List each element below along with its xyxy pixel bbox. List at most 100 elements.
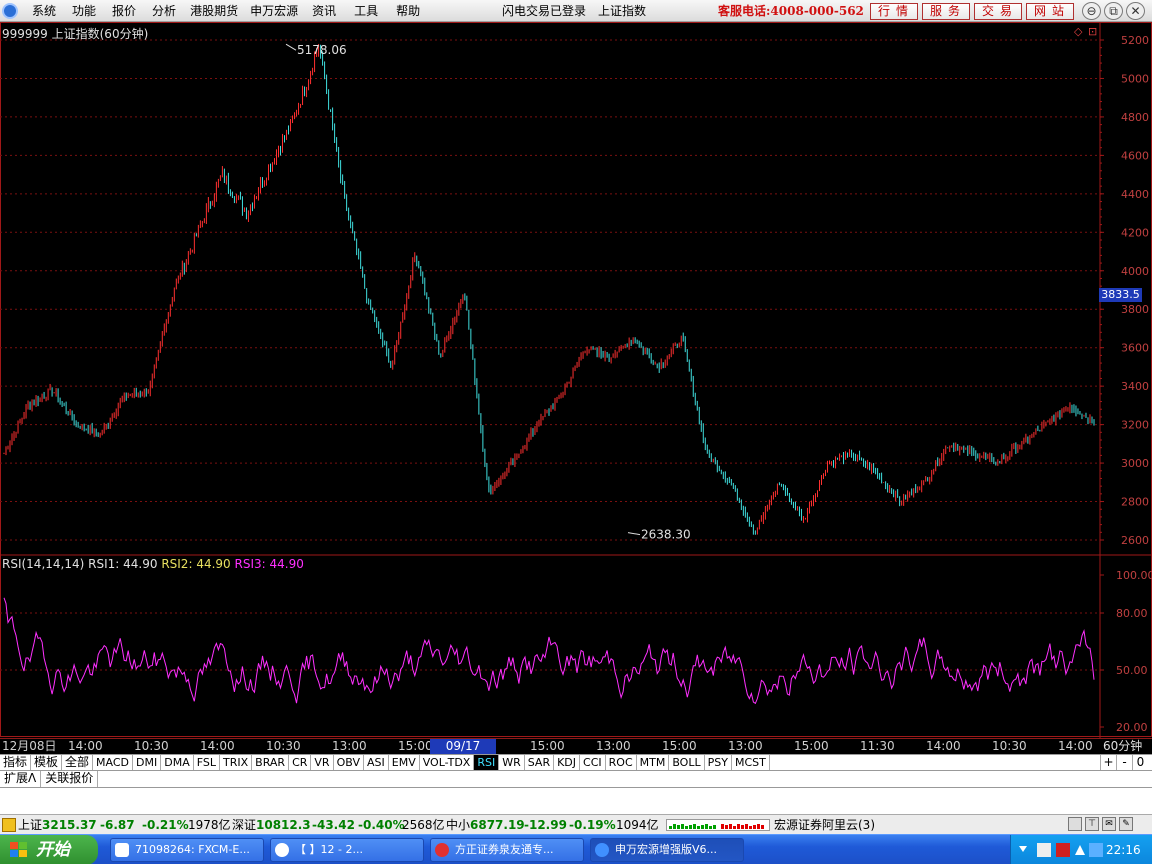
ime-icon[interactable] <box>1056 843 1070 857</box>
menu-tools[interactable]: 工具 <box>344 0 388 22</box>
task-label: 【 】12 - 2... <box>295 843 363 856</box>
time-label: 14:00 <box>200 739 235 753</box>
tab-kdj[interactable]: KDJ <box>554 755 581 770</box>
price-tick-label: 4200 <box>1121 226 1149 239</box>
menu-system[interactable]: 系统 <box>24 0 64 22</box>
tab-indicator[interactable]: 指标 <box>0 755 32 770</box>
rsi2-label: RSI2: <box>161 557 193 571</box>
task-founder[interactable]: 方正证券泉友通专... <box>430 838 584 862</box>
tab-mcst[interactable]: MCST <box>732 755 770 770</box>
rsi-tick-label: 50.00 <box>1116 664 1148 677</box>
start-button[interactable]: 开始 <box>0 835 98 864</box>
tab-mtm[interactable]: MTM <box>637 755 670 770</box>
menu-analysis[interactable]: 分析 <box>144 0 184 22</box>
rsi-params: RSI(14,14,14) <box>2 557 85 571</box>
rsi3-label: RSI3: <box>234 557 266 571</box>
zx-change: -12.99 <box>524 818 567 832</box>
swhy-icon <box>595 843 609 857</box>
close-icon[interactable]: ✕ <box>1126 2 1145 20</box>
rsi-line <box>3 597 1095 705</box>
price-tick-label: 4000 <box>1121 265 1149 278</box>
sz-change: -43.42 <box>312 818 355 832</box>
tab-dma[interactable]: DMA <box>161 755 194 770</box>
task-label: 申万宏源增强版V6... <box>615 843 718 856</box>
low-label: 2638.30 <box>641 528 691 542</box>
menu-info[interactable]: 资讯 <box>304 0 344 22</box>
menu-help[interactable]: 帮助 <box>388 0 428 22</box>
zoom-out-button[interactable]: - <box>1116 755 1132 770</box>
chart-border <box>0 22 1152 737</box>
window-icon[interactable] <box>1068 817 1082 831</box>
rsi2-value: 44.90 <box>196 557 231 571</box>
tab-fsl[interactable]: FSL <box>194 755 220 770</box>
price-tick-label: 3600 <box>1121 342 1149 355</box>
menu-quote[interactable]: 报价 <box>104 0 144 22</box>
task-browser[interactable]: 【 】12 - 2... <box>270 838 424 862</box>
tools-icon[interactable]: ✎ <box>1119 817 1133 831</box>
blank-panel <box>0 788 1152 814</box>
kline-chart[interactable]: ◇ ⊡ 5200 5000 4800 4600 4400 4200 4000 3800 3600 34… <box>0 22 1152 738</box>
menu-function[interactable]: 功能 <box>64 0 104 22</box>
tab-cr[interactable]: CR <box>289 755 312 770</box>
tab-brar[interactable]: BRAR <box>252 755 290 770</box>
reset-button[interactable]: 0 <box>1132 755 1148 770</box>
index-icon[interactable] <box>2 818 16 832</box>
message-icon[interactable]: ✉ <box>1102 817 1116 831</box>
price-tick-label: 4800 <box>1121 111 1149 124</box>
tab-asi[interactable]: ASI <box>364 755 389 770</box>
tab-obv[interactable]: OBV <box>334 755 364 770</box>
sh-value: 3215.37 <box>42 818 97 832</box>
tab-trix[interactable]: TRIX <box>220 755 253 770</box>
tab-sar[interactable]: SAR <box>525 755 555 770</box>
quote-button[interactable]: 行情 <box>870 3 918 20</box>
trade-button[interactable]: 交易 <box>974 3 1022 20</box>
tab-psy[interactable]: PSY <box>705 755 732 770</box>
menu-swhy[interactable]: 申万宏源 <box>244 0 304 22</box>
volume-icon[interactable] <box>1089 843 1103 857</box>
period-label[interactable]: 60分钟 <box>1103 739 1142 754</box>
tab-emv[interactable]: EMV <box>389 755 420 770</box>
tab-related-quotes[interactable]: 关联报价 <box>41 771 99 787</box>
task-fxcm[interactable]: 71098264: FXCM-E... <box>110 838 264 862</box>
sub-tabs: 扩展Λ 关联报价 <box>0 771 1152 788</box>
network-icon[interactable] <box>1037 843 1051 857</box>
task-label: 方正证券泉友通专... <box>455 843 554 856</box>
tab-boll[interactable]: BOLL <box>669 755 705 770</box>
signal-icon[interactable]: ⊤ <box>1085 817 1099 831</box>
tab-voltdx[interactable]: VOL-TDX <box>420 755 475 770</box>
tab-roc[interactable]: ROC <box>606 755 637 770</box>
price-tick-label: 5200 <box>1121 34 1149 47</box>
zoom-in-button[interactable]: + <box>1100 755 1116 770</box>
rsi1-label: RSI1: <box>88 557 120 571</box>
trading-app-window: 系统 功能 报价 分析 港股期货 申万宏源 资讯 工具 帮助 闪电交易已登录 上… <box>0 0 1152 864</box>
website-button[interactable]: 网站 <box>1026 3 1074 20</box>
tab-rsi[interactable]: RSI <box>474 755 500 770</box>
restore-icon[interactable]: ⧉ <box>1104 2 1123 20</box>
tab-template[interactable]: 模板 <box>31 755 63 770</box>
time-label: 13:00 <box>596 739 631 753</box>
founder-icon <box>435 843 449 857</box>
sh-amount: 1978亿 <box>188 818 231 832</box>
maximize-panel-icon: ⊡ <box>1088 25 1097 38</box>
tab-vr[interactable]: VR <box>311 755 334 770</box>
tab-macd[interactable]: MACD <box>93 755 134 770</box>
tab-dmi[interactable]: DMI <box>133 755 162 770</box>
antivirus-icon[interactable] <box>1075 845 1085 855</box>
chart-area[interactable]: ◇ ⊡ 5200 5000 4800 4600 4400 4200 4000 3800 3600 34… <box>0 22 1152 738</box>
menu-hk-futures[interactable]: 港股期货 <box>184 0 244 22</box>
taskbar: 开始 71098264: FXCM-E... 【 】12 - 2... 方正证券… <box>0 834 1152 864</box>
service-hotline: 客服电话:4008-000-562 <box>718 4 864 18</box>
expand-tray-icon[interactable] <box>1019 846 1027 852</box>
task-swhy[interactable]: 申万宏源增强版V6... <box>590 838 744 862</box>
app-logo-icon[interactable] <box>2 3 18 19</box>
sh-label: 上证 <box>18 818 43 832</box>
minimize-icon[interactable]: ⊖ <box>1082 2 1101 20</box>
diamond-icon: ◇ <box>1074 25 1083 38</box>
service-button[interactable]: 服务 <box>922 3 970 20</box>
tab-extended[interactable]: 扩展Λ <box>0 771 42 787</box>
time-label: 14:00 <box>68 739 103 753</box>
tab-wr[interactable]: WR <box>499 755 525 770</box>
current-price-tag: 3833.5 <box>1099 288 1142 302</box>
tab-cci[interactable]: CCI <box>580 755 606 770</box>
tab-all[interactable]: 全部 <box>62 755 94 770</box>
